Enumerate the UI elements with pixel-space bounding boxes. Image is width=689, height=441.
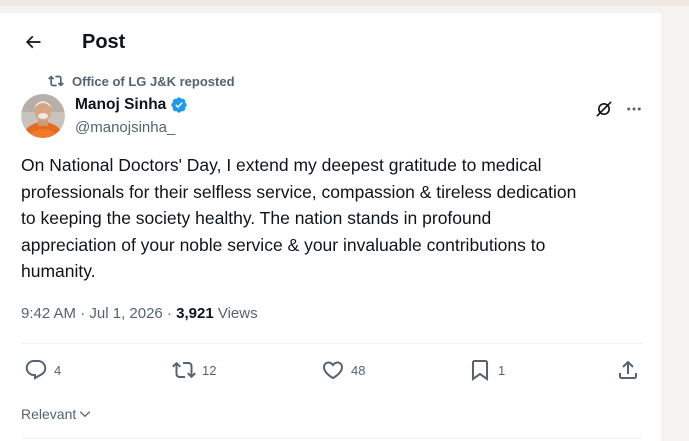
tweet-meta: 9:42 AM · Jul 1, 2026 · 3,921 Views (21, 304, 258, 324)
repost-icon (48, 73, 64, 89)
reply-button[interactable]: 4 (24, 358, 61, 382)
avatar[interactable] (21, 94, 65, 138)
like-button[interactable]: 48 (321, 358, 365, 382)
verified-badge-icon (170, 96, 188, 114)
repost-label[interactable]: Office of LG J&K reposted (72, 74, 235, 89)
meta-separator: · (80, 305, 86, 322)
post-panel: Post Office of LG J&K reposted Manoj Sin… (0, 12, 662, 441)
sort-label: Relevant (21, 406, 77, 422)
header: Post (0, 13, 661, 71)
meta-separator: · (166, 305, 172, 322)
author-name-text: Manoj Sinha (75, 96, 167, 113)
repost-icon (172, 358, 196, 382)
more-options-button[interactable] (622, 97, 646, 121)
tweet-time[interactable]: 9:42 AM (21, 305, 76, 322)
arrow-left-icon (23, 32, 43, 52)
repost-button[interactable]: 12 (172, 358, 216, 382)
tweet-text: On National Doctors' Day, I extend my de… (21, 155, 577, 281)
divider (21, 438, 643, 439)
divider (21, 343, 643, 344)
share-icon (616, 358, 640, 382)
chevron-down-icon (78, 407, 92, 421)
page-title: Post (82, 31, 126, 53)
views-label: Views (217, 305, 258, 322)
reply-sort-dropdown[interactable]: Relevant (21, 406, 92, 422)
views-count: 3,921 (176, 305, 214, 322)
heart-icon (321, 358, 345, 382)
author-name[interactable]: Manoj Sinha (75, 95, 188, 115)
grok-button[interactable] (592, 97, 616, 121)
repost-indicator: Office of LG J&K reposted (48, 72, 235, 90)
bookmark-count: 1 (498, 362, 506, 378)
repost-count: 12 (202, 362, 217, 378)
grok-icon (594, 99, 614, 119)
bookmark-icon (468, 358, 492, 382)
share-button[interactable] (616, 358, 640, 382)
top-strip (0, 0, 689, 6)
back-button[interactable] (16, 25, 50, 59)
bookmark-button[interactable]: 1 (468, 358, 505, 382)
like-count: 48 (351, 362, 366, 378)
tweet-date[interactable]: Jul 1, 2026 (89, 305, 162, 322)
author-handle[interactable]: @manojsinha_ (75, 118, 175, 138)
more-dots-icon (625, 100, 643, 118)
reply-count: 4 (54, 362, 62, 378)
reply-icon (24, 358, 48, 382)
